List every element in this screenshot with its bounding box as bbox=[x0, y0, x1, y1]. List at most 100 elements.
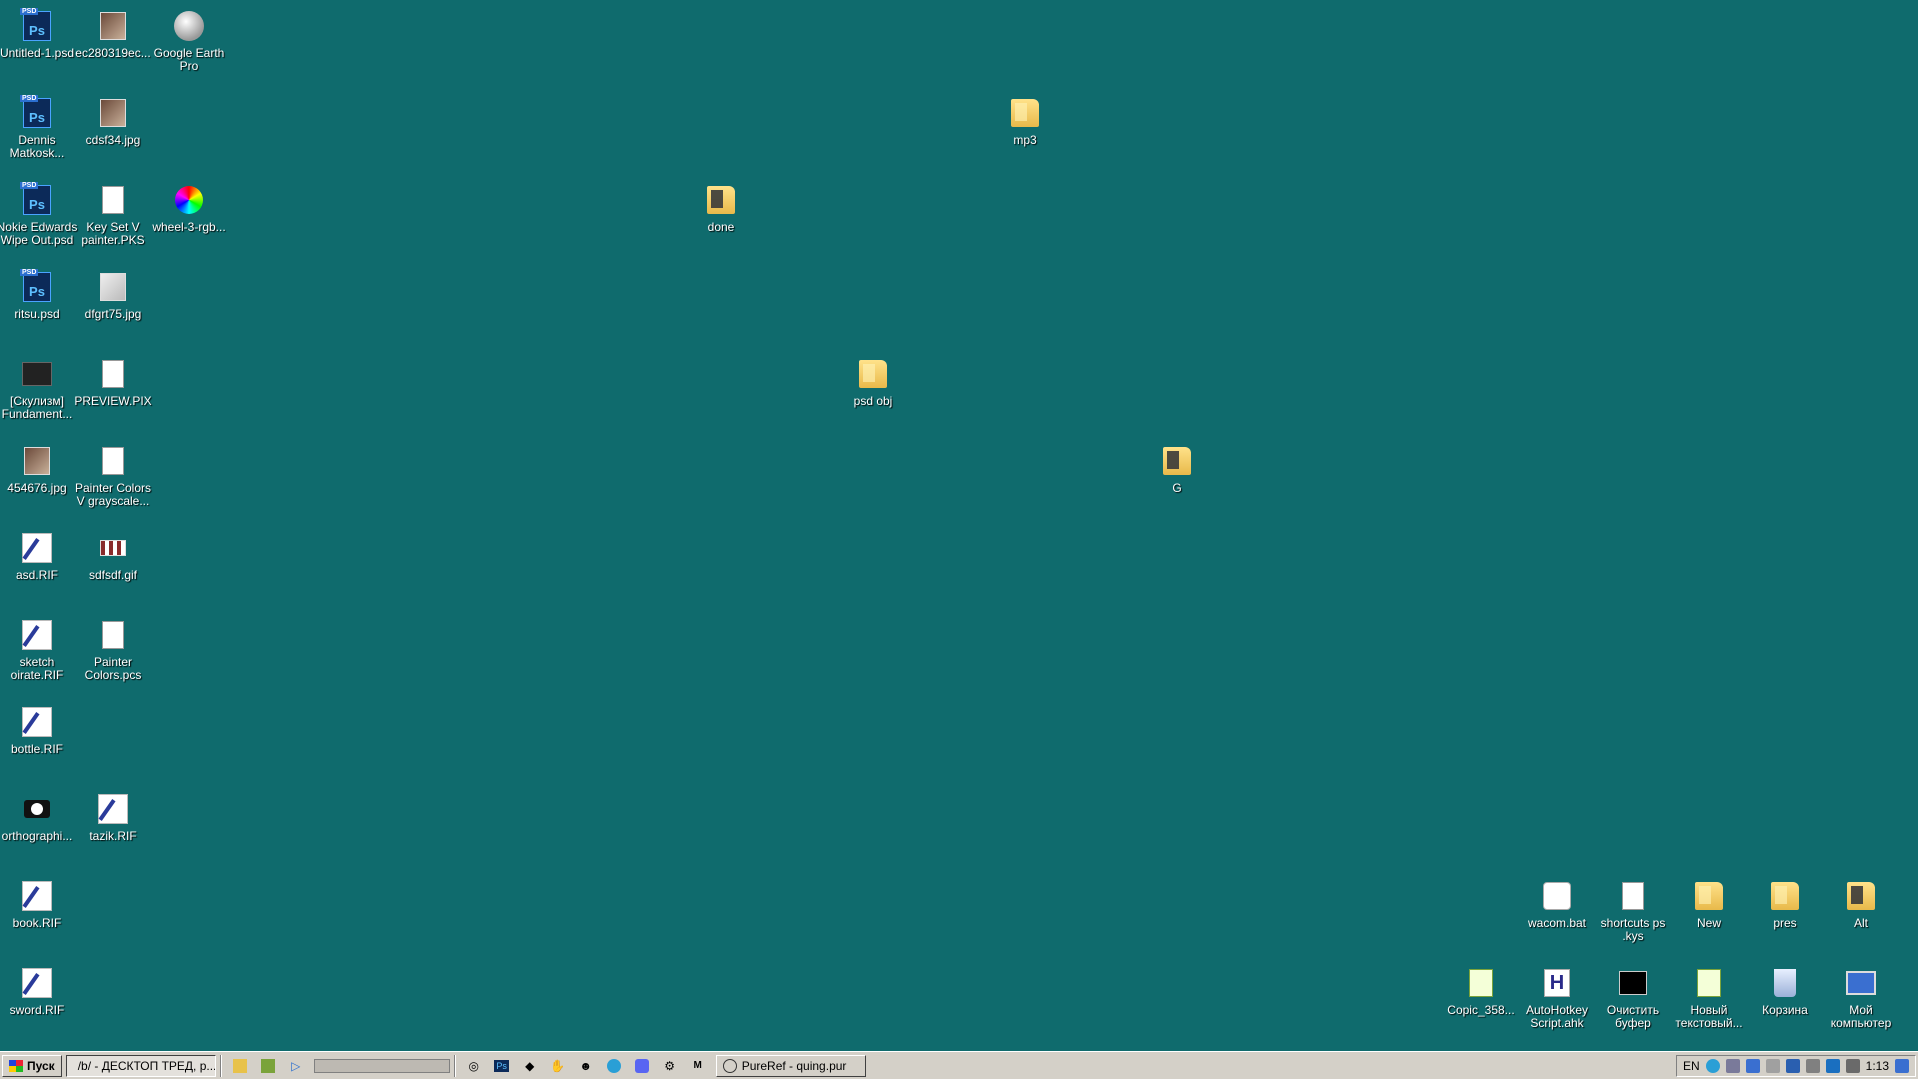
photoshop-file-icon: Ps bbox=[20, 182, 51, 215]
folder-icon bbox=[1011, 99, 1039, 127]
desktop-icon-dfgrt75-jpg[interactable]: dfgrt75.jpg bbox=[70, 269, 156, 321]
desktop-icon-dennis-psd[interactable]: Ps Dennis Matkosk... bbox=[0, 95, 80, 160]
notepad-quicklaunch[interactable] bbox=[258, 1056, 278, 1076]
desktop-icon-preview-pix[interactable]: PREVIEW.PIX bbox=[70, 356, 156, 408]
app-quicklaunch-1[interactable]: ◎ bbox=[464, 1056, 484, 1076]
image-file-icon bbox=[100, 540, 126, 556]
desktop-icon-my-computer[interactable]: Мой компьютер bbox=[1818, 965, 1904, 1030]
photoshop-quicklaunch[interactable]: Ps bbox=[492, 1056, 512, 1076]
pureref-icon bbox=[722, 1058, 737, 1073]
image-file-icon bbox=[100, 99, 126, 127]
image-file-icon bbox=[100, 273, 126, 301]
folder-icon bbox=[859, 360, 887, 388]
settings-tray-icon[interactable] bbox=[1825, 1059, 1840, 1073]
task-label: PureRef - quing.pur bbox=[741, 1058, 847, 1073]
gear-icon bbox=[1543, 882, 1571, 910]
start-button[interactable]: Пуск bbox=[2, 1054, 62, 1077]
language-indicator[interactable]: EN bbox=[1683, 1059, 1700, 1073]
discord-icon bbox=[634, 1058, 649, 1073]
globe-icon bbox=[174, 11, 204, 41]
desktop-icon-book-rif[interactable]: book.RIF bbox=[0, 878, 80, 930]
text-file-icon bbox=[1697, 969, 1721, 997]
telegram-icon bbox=[606, 1058, 621, 1073]
desktop-icon-copic[interactable]: Copic_358... bbox=[1438, 965, 1524, 1017]
painter-file-icon bbox=[22, 533, 52, 563]
monitor-tray-icon[interactable] bbox=[1845, 1059, 1860, 1073]
folder-icon bbox=[707, 186, 735, 214]
desktop-icon-ec280319[interactable]: ec280319ec... bbox=[70, 8, 156, 60]
desktop-folder-pres[interactable]: pres bbox=[1742, 878, 1828, 930]
desktop-icon-sketch-rif[interactable]: sketch oirate.RIF bbox=[0, 617, 80, 682]
desktop-icon-asd-rif[interactable]: asd.RIF bbox=[0, 530, 80, 582]
desktop-icon-recycle-bin[interactable]: Корзина bbox=[1742, 965, 1828, 1017]
desktop-icon-sdfsdf-gif[interactable]: sdfsdf.gif bbox=[70, 530, 156, 582]
task-button-browser[interactable]: /b/ - ДЕСКТОП ТРЕД, р... bbox=[65, 1054, 216, 1077]
desktop-icon-tazik-rif[interactable]: tazik.RIF bbox=[70, 791, 156, 843]
desktop-icon-untitled-psd[interactable]: Ps Untitled-1.psd bbox=[0, 8, 80, 60]
discord-tray-icon[interactable] bbox=[1725, 1059, 1740, 1073]
network-tray-icon[interactable] bbox=[1785, 1059, 1800, 1073]
swirl-icon: ◎ bbox=[468, 1058, 479, 1073]
desktop-icon-nokie-psd[interactable]: Ps Nokie Edwards Wipe Out.psd bbox=[0, 182, 80, 247]
desktop-icon-new-text[interactable]: Новый текстовый... bbox=[1666, 965, 1752, 1030]
desktop-folder-alt[interactable]: Alt bbox=[1818, 878, 1904, 930]
telegram-quicklaunch[interactable] bbox=[604, 1056, 624, 1076]
app-quicklaunch-6[interactable]: M bbox=[688, 1056, 708, 1076]
discord-quicklaunch[interactable] bbox=[632, 1056, 652, 1076]
volume-tray-icon[interactable] bbox=[1805, 1059, 1820, 1073]
photoshop-icon: Ps bbox=[494, 1059, 509, 1072]
desktop-icon-skulizm-video[interactable]: [Скулизм] Fundament... bbox=[0, 356, 80, 421]
progress-bar bbox=[313, 1058, 450, 1073]
app-quicklaunch-4[interactable]: ☻ bbox=[576, 1056, 596, 1076]
computer-icon bbox=[1846, 971, 1876, 995]
show-desktop-icon[interactable] bbox=[1895, 1059, 1909, 1073]
desktop-icon-ritsu-psd[interactable]: Ps ritsu.psd bbox=[0, 269, 80, 321]
desktop-icon-454676-jpg[interactable]: 454676.jpg bbox=[0, 443, 80, 495]
separator bbox=[453, 1054, 456, 1077]
app-quicklaunch-5[interactable]: ⚙ bbox=[660, 1056, 680, 1076]
desktop[interactable]: Ps Untitled-1.psd Ps Dennis Matkosk... P… bbox=[0, 0, 1918, 1051]
desktop-icon-orthographic[interactable]: orthographi... bbox=[0, 791, 80, 843]
desktop-icon-cdsf34-jpg[interactable]: cdsf34.jpg bbox=[70, 95, 156, 147]
desktop-folder-psd-obj[interactable]: psd obj bbox=[830, 356, 916, 408]
document-icon bbox=[102, 360, 124, 388]
refresh-tray-icon[interactable] bbox=[1765, 1059, 1780, 1073]
desktop-folder-mp3[interactable]: mp3 bbox=[982, 95, 1068, 147]
desktop-icon-bottle-rif[interactable]: bottle.RIF bbox=[0, 704, 80, 756]
desktop-icon-google-earth[interactable]: Google Earth Pro bbox=[146, 8, 232, 73]
app-quicklaunch-2[interactable]: ◆ bbox=[520, 1056, 540, 1076]
media-quicklaunch[interactable]: ▷ bbox=[286, 1056, 306, 1076]
desktop-icon-clear-buffer[interactable]: Очистить буфер bbox=[1590, 965, 1676, 1030]
task-label: /b/ - ДЕСКТОП ТРЕД, р... bbox=[77, 1058, 216, 1073]
document-icon bbox=[102, 186, 124, 214]
folder-icon bbox=[1847, 882, 1875, 910]
alien-icon: ☻ bbox=[579, 1058, 592, 1073]
terminal-icon bbox=[1619, 971, 1647, 995]
desktop-icon-wacom-bat[interactable]: wacom.bat bbox=[1514, 878, 1600, 930]
taskbar: Пуск /b/ - ДЕСКТОП ТРЕД, р... ▷ ◎ Ps ◆ ✋… bbox=[0, 1051, 1918, 1079]
photoshop-file-icon: Ps bbox=[20, 8, 51, 41]
explorer-quicklaunch[interactable] bbox=[230, 1056, 250, 1076]
telegram-tray-icon[interactable] bbox=[1705, 1059, 1720, 1073]
desktop-folder-new[interactable]: New bbox=[1666, 878, 1752, 930]
painter-file-icon bbox=[22, 968, 52, 998]
task-button-pureref[interactable]: PureRef - quing.pur bbox=[715, 1054, 866, 1077]
desktop-icon-autohotkey[interactable]: H AutoHotkey Script.ahk bbox=[1514, 965, 1600, 1030]
desktop-folder-done[interactable]: done bbox=[678, 182, 764, 234]
bot-icon: ⚙ bbox=[664, 1058, 676, 1073]
app-quicklaunch-3[interactable]: ✋ bbox=[548, 1056, 568, 1076]
desktop-icon-wheel-rgb[interactable]: wheel-3-rgb... bbox=[146, 182, 232, 234]
desktop-icon-painter-colors-pcs[interactable]: Painter Colors.pcs bbox=[70, 617, 156, 682]
windows-logo-icon bbox=[9, 1059, 23, 1072]
painter-file-icon bbox=[98, 794, 128, 824]
pen-icon: ◆ bbox=[525, 1058, 535, 1073]
separator bbox=[219, 1054, 222, 1077]
desktop-icon-shortcuts-kys[interactable]: shortcuts ps .kys bbox=[1590, 878, 1676, 943]
desktop-icon-sword-rif[interactable]: sword.RIF bbox=[0, 965, 80, 1017]
pen-tray-icon[interactable] bbox=[1745, 1059, 1760, 1073]
folder-icon bbox=[1695, 882, 1723, 910]
desktop-folder-g[interactable]: G bbox=[1134, 443, 1220, 495]
desktop-icon-keyset-pks[interactable]: Key Set V painter.PKS bbox=[70, 182, 156, 247]
clock[interactable]: 1:13 bbox=[1866, 1059, 1889, 1073]
desktop-icon-painter-colors-grayscale[interactable]: Painter Colors V grayscale... bbox=[70, 443, 156, 508]
